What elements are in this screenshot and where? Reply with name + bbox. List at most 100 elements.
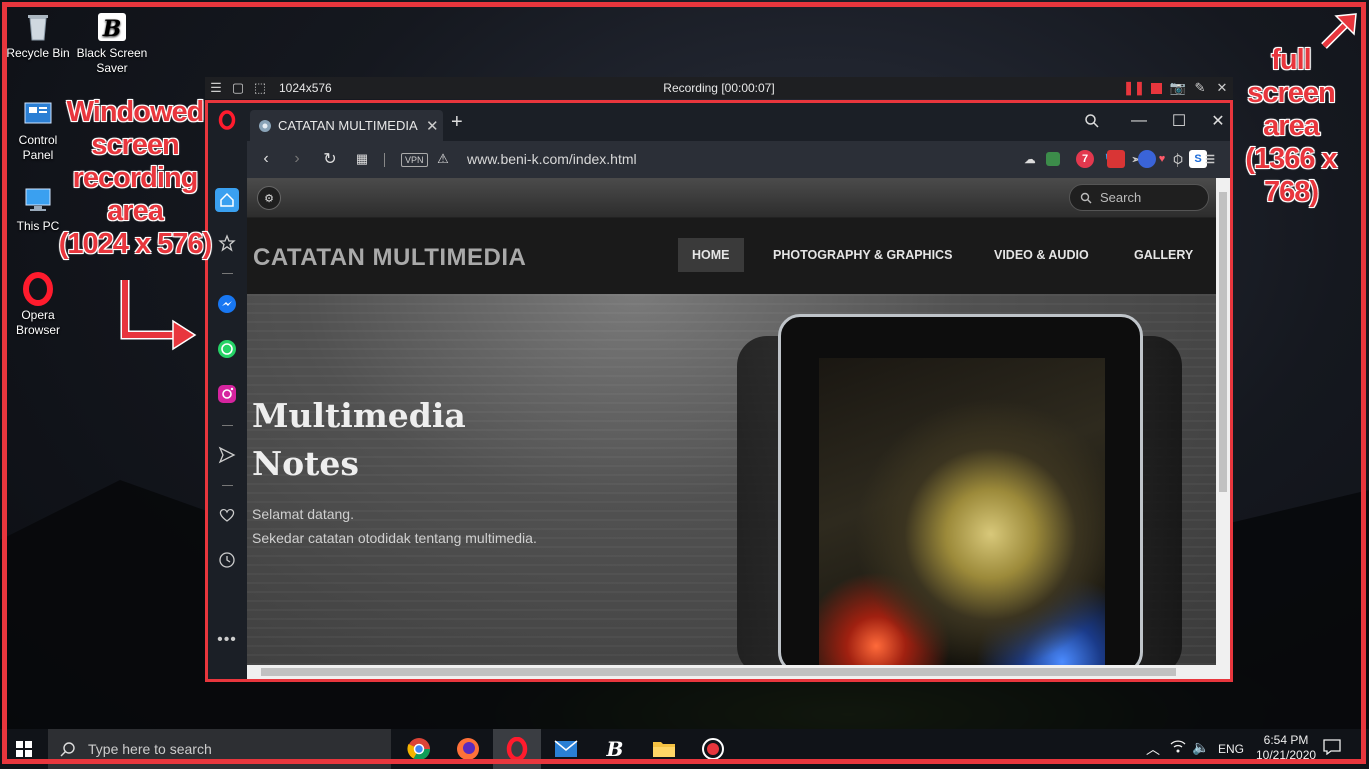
vertical-scroll-thumb[interactable] <box>1219 192 1227 492</box>
svg-text:B: B <box>606 737 624 761</box>
desktop-icon-label: Recycle Bin <box>6 46 70 60</box>
instagram-icon[interactable] <box>215 382 239 406</box>
record-icon <box>702 738 724 760</box>
taskbar-mail[interactable] <box>542 729 590 769</box>
stop-icon[interactable] <box>1145 77 1167 99</box>
tab-grid-icon[interactable]: ▦ <box>350 147 374 171</box>
whatsapp-icon[interactable] <box>215 337 239 361</box>
network-wifi-icon[interactable] <box>1170 739 1186 756</box>
desktop-icon-recycle-bin[interactable]: Recycle Bin <box>2 10 74 61</box>
site-search-placeholder: Search <box>1100 190 1142 205</box>
turntable-photo <box>819 358 1105 665</box>
url-field[interactable]: www.beni-k.com/index.html <box>467 151 637 167</box>
tab-strip: CATATAN MULTIMEDIA - M ✕ + — ☐ ✕ <box>247 103 1230 141</box>
heart-icon[interactable] <box>215 503 239 527</box>
send-flow-icon[interactable] <box>215 443 239 467</box>
annotation-windowed-area: Windowed screen recording area (1024 x 5… <box>58 96 212 260</box>
taskbar-firefox[interactable] <box>444 729 492 769</box>
hero-title: Multimedia Notes <box>252 396 466 483</box>
horizontal-scroll-thumb[interactable] <box>261 668 1176 676</box>
desktop-icon-label: Black Screen Saver <box>76 46 148 75</box>
taskbar-file-explorer[interactable] <box>640 729 688 769</box>
messenger-icon[interactable] <box>215 292 239 316</box>
site-top-strip: ⚙ Search <box>247 178 1216 218</box>
window-mode-icon[interactable]: ▢ <box>227 77 249 99</box>
easy-setup-icon[interactable]: ☰ <box>1201 150 1219 168</box>
start-button[interactable] <box>0 729 48 769</box>
nav-photography-graphics[interactable]: PHOTOGRAPHY & GRAPHICS <box>759 238 966 272</box>
horizontal-scrollbar[interactable] <box>247 665 1230 679</box>
opera-logo-icon <box>506 737 528 761</box>
sidebar-separator <box>222 425 233 426</box>
taskbar-search-placeholder: Type here to search <box>88 741 212 757</box>
taskbar-search-box[interactable]: Type here to search <box>48 729 391 769</box>
folder-icon <box>653 742 675 757</box>
vertical-scrollbar[interactable] <box>1216 178 1230 665</box>
more-options-icon[interactable]: ••• <box>215 628 239 652</box>
annotation-full-screen-area: full screen area (1366 x 768) <box>1245 44 1337 208</box>
site-title[interactable]: CATATAN MULTIMEDIA <box>253 244 526 272</box>
notifications-icon[interactable] <box>1323 739 1341 758</box>
taskbar-recorder[interactable] <box>689 729 737 769</box>
forward-icon[interactable]: › <box>285 147 309 171</box>
tab-close-icon[interactable]: ✕ <box>426 117 439 135</box>
tab-catatan-multimedia[interactable]: CATATAN MULTIMEDIA - M ✕ <box>250 110 443 141</box>
firefox-icon <box>457 738 479 760</box>
taskbar: Type here to search B ︿ 🔈 ENG 6:54 PM 10… <box>0 729 1369 769</box>
tab-search-icon[interactable] <box>1080 109 1104 133</box>
address-separator <box>384 153 385 167</box>
extension-red-circle-icon[interactable]: 7 <box>1076 150 1094 168</box>
search-icon <box>1080 192 1092 203</box>
history-clock-icon[interactable] <box>215 548 239 572</box>
warning-icon[interactable]: ⚠ <box>431 147 455 171</box>
clock[interactable]: 6:54 PM 10/21/2020 <box>1256 733 1316 763</box>
region-select-icon[interactable]: ⬚ <box>249 77 271 99</box>
hero-welcome: Selamat datang. <box>252 506 354 522</box>
minimize-icon[interactable]: — <box>1127 109 1151 133</box>
search-icon <box>60 742 75 757</box>
recycle-bin-icon <box>28 15 48 41</box>
recorder-toolbar: ☰ ▢ ⬚ 1024x576 Recording [00:00:07] ❚❚ 📷… <box>205 77 1233 99</box>
back-icon[interactable]: ‹ <box>254 147 278 171</box>
desktop-icon-black-screen-saver[interactable]: B Black Screen Saver <box>76 10 148 76</box>
language-indicator[interactable]: ENG <box>1218 742 1244 756</box>
taskbar-chrome[interactable] <box>395 729 443 769</box>
annotation-arrow-up-right-icon <box>1321 13 1357 49</box>
web-page: ⚙ Search CATATAN MULTIMEDIA HOME PHOTOGR… <box>247 178 1216 665</box>
site-favicon-icon <box>259 119 271 132</box>
chrome-icon <box>407 738 430 760</box>
vpn-badge[interactable]: VPN <box>401 153 428 167</box>
nav-gallery[interactable]: GALLERY <box>1120 238 1207 272</box>
extension-paint-icon[interactable]: ☁ <box>1021 150 1039 168</box>
camera-icon[interactable]: 📷 <box>1167 77 1189 99</box>
opera-browser-window: ••• CATATAN MULTIMEDIA - M ✕ + — ☐ ✕ ‹ ›… <box>208 103 1230 679</box>
script-b-logo-icon: B <box>98 13 126 42</box>
new-tab-button[interactable]: + <box>451 111 463 134</box>
sidebar-separator <box>222 485 233 486</box>
clock-date: 10/21/2020 <box>1256 748 1317 762</box>
pencil-icon[interactable]: ✎ <box>1189 77 1211 99</box>
extension-cube-icon[interactable] <box>1046 152 1060 166</box>
hero-banner: Multimedia Notes Selamat datang. Sekedar… <box>247 294 1216 665</box>
extension-red-box-icon[interactable] <box>1107 150 1125 168</box>
taskbar-opera[interactable] <box>493 729 541 769</box>
taskbar-black-screen-saver[interactable]: B <box>591 729 639 769</box>
extension-globe-icon[interactable] <box>1138 150 1156 168</box>
pause-icon[interactable]: ❚❚ <box>1123 77 1145 99</box>
sidebar-separator <box>222 273 233 274</box>
desktop-icon-label: Opera Browser <box>15 308 60 337</box>
maximize-icon[interactable]: ☐ <box>1167 109 1191 133</box>
tray-chevron-up-icon[interactable]: ︿ <box>1146 739 1160 759</box>
reload-icon[interactable]: ↻ <box>318 147 342 171</box>
tablet-image <box>778 314 1143 665</box>
nav-home[interactable]: HOME <box>678 238 744 272</box>
accessibility-badge-icon[interactable]: ⚙ <box>257 186 281 210</box>
extension-box-icon[interactable]: ⬡ <box>1169 150 1187 168</box>
site-search-input[interactable]: Search <box>1069 184 1209 211</box>
desktop-icon-opera[interactable]: Opera Browser <box>2 272 74 338</box>
script-b-logo-icon: B <box>606 737 624 761</box>
site-header: CATATAN MULTIMEDIA HOME PHOTOGRAPHY & GR… <box>247 218 1216 294</box>
nav-video-audio[interactable]: VIDEO & AUDIO <box>980 238 1103 272</box>
annotation-arrow-right-icon <box>120 280 197 351</box>
volume-icon[interactable]: 🔈 <box>1192 739 1209 756</box>
